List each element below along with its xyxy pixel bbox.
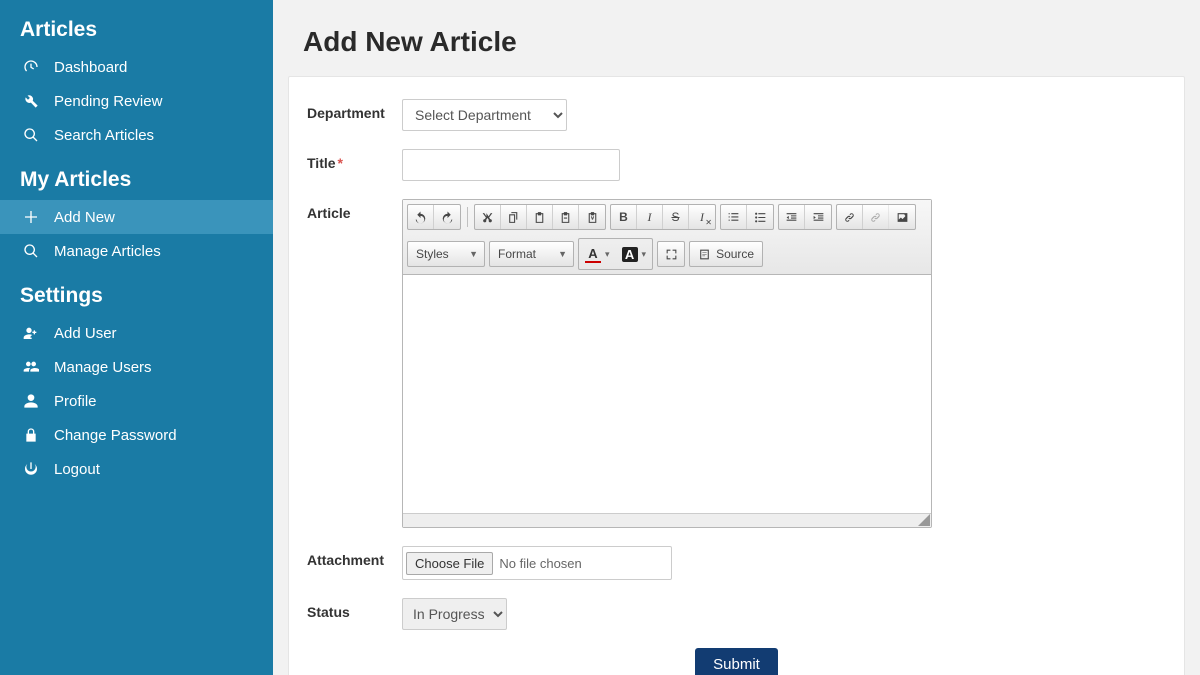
indent-button[interactable] xyxy=(805,205,831,229)
editor-resize-handle[interactable] xyxy=(403,513,931,527)
main-content: Add New Article Department Select Depart… xyxy=(273,0,1200,675)
sidebar-item-label: Manage Articles xyxy=(54,243,161,260)
plus-icon xyxy=(20,208,42,226)
title-input[interactable] xyxy=(402,149,620,181)
source-button[interactable]: Source xyxy=(689,241,763,267)
sidebar-item-change-password[interactable]: Change Password xyxy=(0,418,273,452)
users-icon xyxy=(20,358,42,376)
cut-button[interactable] xyxy=(475,205,501,229)
sidebar-item-search-articles[interactable]: Search Articles xyxy=(0,118,273,152)
sidebar-item-label: Add User xyxy=(54,325,117,342)
sidebar-heading-my-articles: My Articles xyxy=(0,168,273,192)
italic-button[interactable]: I xyxy=(637,205,663,229)
sidebar-item-label: Change Password xyxy=(54,427,177,444)
copy-button[interactable] xyxy=(501,205,527,229)
paste-word-button[interactable] xyxy=(579,205,605,229)
editor-textarea[interactable] xyxy=(403,275,931,513)
sidebar-item-manage-articles[interactable]: Manage Articles xyxy=(0,234,273,268)
unlink-button[interactable] xyxy=(863,205,889,229)
file-status-text: No file chosen xyxy=(499,556,581,571)
sidebar-item-label: Profile xyxy=(54,393,97,410)
sidebar-item-label: Dashboard xyxy=(54,59,127,76)
chevron-down-icon: ▾ xyxy=(642,249,647,260)
choose-file-button[interactable]: Choose File xyxy=(406,552,493,575)
sidebar: Articles Dashboard Pending Review Search… xyxy=(0,0,273,675)
sidebar-heading-articles: Articles xyxy=(0,18,273,42)
link-button[interactable] xyxy=(837,205,863,229)
paste-text-button[interactable] xyxy=(553,205,579,229)
dashboard-icon xyxy=(20,58,42,76)
numbered-list-button[interactable] xyxy=(721,205,747,229)
image-button[interactable] xyxy=(889,205,915,229)
sidebar-item-label: Search Articles xyxy=(54,127,154,144)
strike-button[interactable]: S xyxy=(663,205,689,229)
power-icon xyxy=(20,460,42,478)
user-plus-icon xyxy=(20,324,42,342)
wrench-icon xyxy=(20,92,42,110)
sidebar-item-add-new[interactable]: Add New xyxy=(0,200,273,234)
attachment-label: Attachment xyxy=(307,546,402,580)
bg-color-button[interactable]: A▾ xyxy=(618,241,651,267)
department-label: Department xyxy=(307,99,402,131)
chevron-down-icon: ▼ xyxy=(558,249,567,259)
page-title: Add New Article xyxy=(273,0,1200,76)
paste-button[interactable] xyxy=(527,205,553,229)
maximize-button[interactable] xyxy=(658,242,684,266)
status-select[interactable]: In Progress xyxy=(402,598,507,630)
sidebar-item-profile[interactable]: Profile xyxy=(0,384,273,418)
redo-button[interactable] xyxy=(434,205,460,229)
sidebar-item-label: Logout xyxy=(54,461,100,478)
toolbar-separator xyxy=(467,207,468,227)
lock-icon xyxy=(20,426,42,444)
form-panel: Department Select Department Title* Arti… xyxy=(288,76,1185,675)
sidebar-item-manage-users[interactable]: Manage Users xyxy=(0,350,273,384)
sidebar-heading-settings: Settings xyxy=(0,284,273,308)
required-asterisk: * xyxy=(338,155,343,171)
sidebar-item-logout[interactable]: Logout xyxy=(0,452,273,486)
editor-toolbar: B I S I✕ xyxy=(403,200,931,275)
bulleted-list-button[interactable] xyxy=(747,205,773,229)
sidebar-item-pending-review[interactable]: Pending Review xyxy=(0,84,273,118)
search-icon xyxy=(20,126,42,144)
department-select[interactable]: Select Department xyxy=(402,99,567,131)
format-dropdown[interactable]: Format▼ xyxy=(489,241,574,267)
sidebar-item-label: Add New xyxy=(54,209,115,226)
sidebar-item-label: Manage Users xyxy=(54,359,152,376)
attachment-file-input[interactable]: Choose File No file chosen xyxy=(402,546,672,580)
rich-text-editor: B I S I✕ xyxy=(402,199,932,528)
user-icon xyxy=(20,392,42,410)
bold-button[interactable]: B xyxy=(611,205,637,229)
outdent-button[interactable] xyxy=(779,205,805,229)
sidebar-item-dashboard[interactable]: Dashboard xyxy=(0,50,273,84)
search-icon xyxy=(20,242,42,260)
status-label: Status xyxy=(307,598,402,630)
title-label: Title* xyxy=(307,149,402,181)
remove-format-button[interactable]: I✕ xyxy=(689,205,715,229)
article-label: Article xyxy=(307,199,402,528)
text-color-button[interactable]: A▾ xyxy=(581,241,614,267)
undo-button[interactable] xyxy=(408,205,434,229)
sidebar-item-add-user[interactable]: Add User xyxy=(0,316,273,350)
submit-button[interactable]: Submit xyxy=(695,648,778,675)
chevron-down-icon: ▼ xyxy=(469,249,478,259)
sidebar-item-label: Pending Review xyxy=(54,93,162,110)
styles-dropdown[interactable]: Styles▼ xyxy=(407,241,485,267)
chevron-down-icon: ▾ xyxy=(605,249,610,260)
